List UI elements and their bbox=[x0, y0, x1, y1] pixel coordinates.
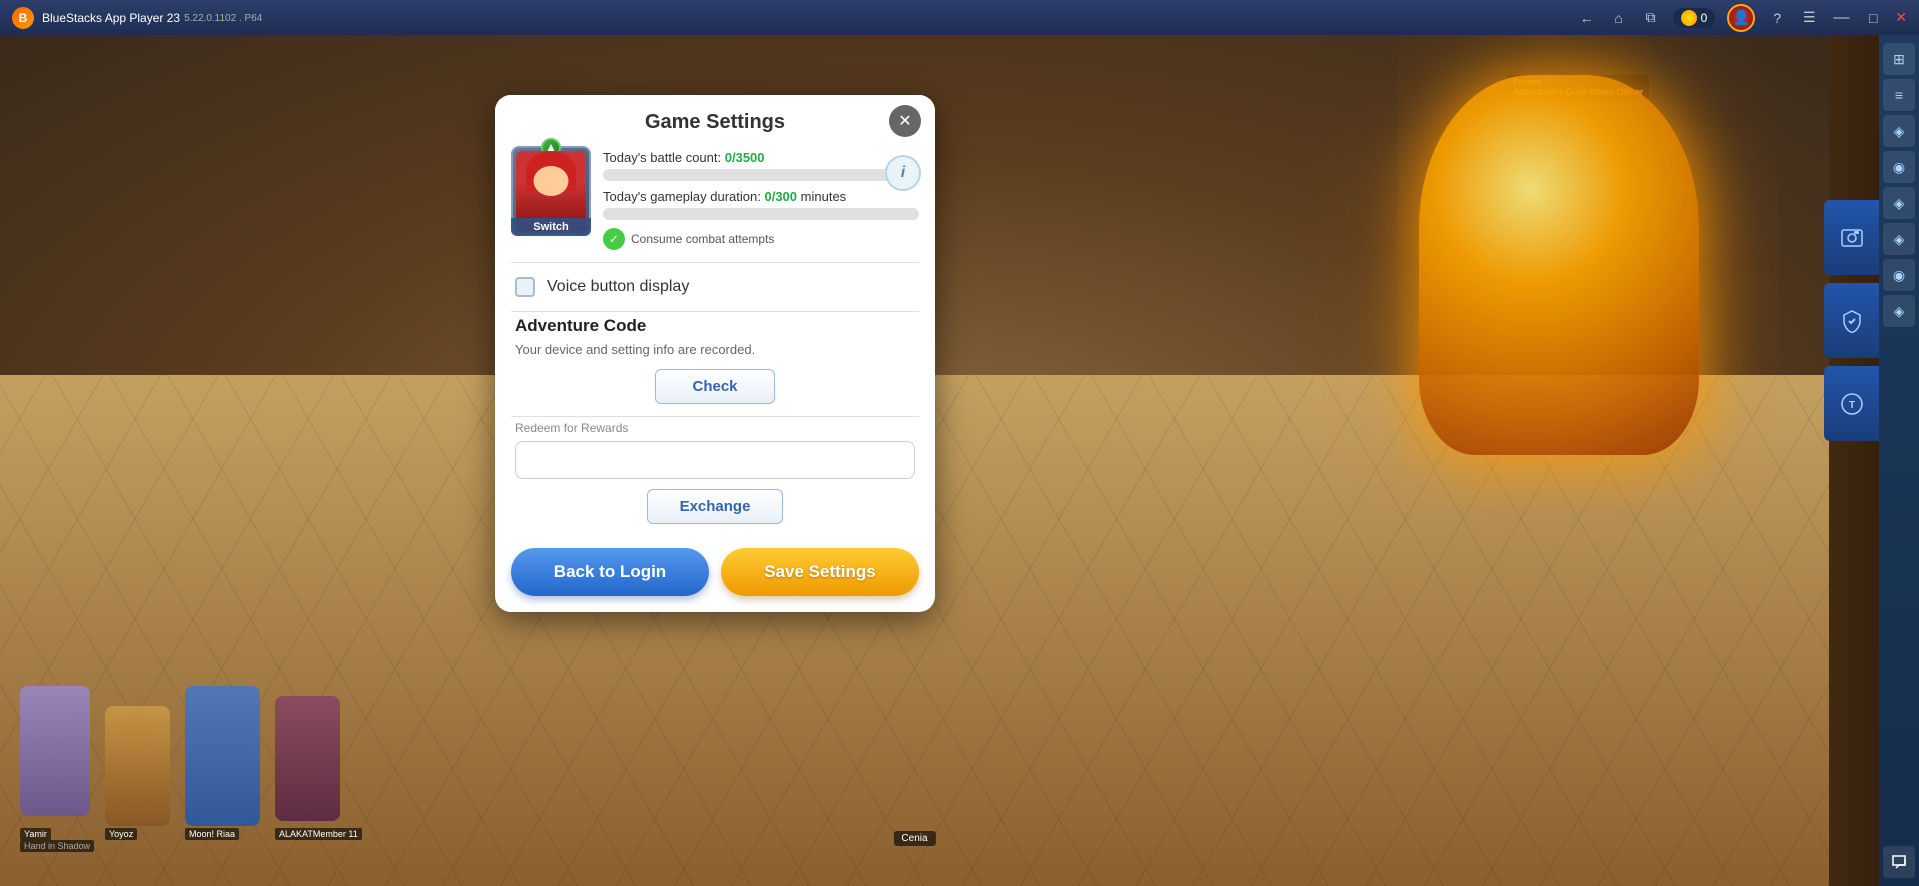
gameplay-value: 0/300 bbox=[764, 189, 797, 204]
redeem-label: Redeem for Rewards bbox=[515, 421, 915, 435]
gameplay-progress-bar bbox=[603, 208, 919, 220]
game-right-panels: T bbox=[1824, 200, 1879, 443]
sidebar-icon-menu[interactable]: ≡ bbox=[1883, 79, 1915, 111]
voice-toggle-checkbox[interactable] bbox=[515, 277, 535, 297]
back-to-login-button[interactable]: Back to Login bbox=[511, 548, 709, 596]
game-panel-shield[interactable] bbox=[1824, 283, 1879, 358]
player-title-yamir: Hand in Shadow bbox=[20, 840, 94, 852]
avatar-section: Switch Today's battle count: 0/3500 Toda… bbox=[495, 146, 935, 262]
battle-count-value: 0/3500 bbox=[725, 150, 765, 165]
sidebar-icon-5[interactable]: ◈ bbox=[1883, 187, 1915, 219]
help-button[interactable]: ? bbox=[1767, 8, 1787, 28]
info-icon: i bbox=[901, 164, 905, 182]
player-name-moon: Moon! Riaa bbox=[185, 828, 239, 840]
svg-text:T: T bbox=[1848, 400, 1854, 411]
dialog-footer: Back to Login Save Settings bbox=[495, 536, 935, 612]
dialog-title: Game Settings bbox=[515, 111, 915, 134]
coin-icon bbox=[1681, 10, 1697, 26]
sidebar-icon-grid[interactable]: ⊞ bbox=[1883, 43, 1915, 75]
sidebar-icon-4[interactable]: ◉ bbox=[1883, 151, 1915, 183]
app-logo: B bbox=[12, 7, 34, 29]
dialog-header: Game Settings ✕ bbox=[495, 95, 935, 134]
exchange-button[interactable]: Exchange bbox=[647, 489, 784, 524]
avatar-face bbox=[534, 166, 569, 196]
gameplay-text: Today's gameplay duration: bbox=[603, 189, 761, 204]
title-bar: B BlueStacks App Player 23 5.22.0.1102 .… bbox=[0, 0, 1919, 35]
boss-character bbox=[1419, 75, 1699, 455]
player-name-yamir: Yamir bbox=[20, 828, 51, 840]
voice-button-label: Voice button display bbox=[547, 278, 689, 296]
battle-info: Today's battle count: 0/3500 Today's gam… bbox=[603, 146, 919, 250]
game-settings-dialog: Game Settings ✕ Switch Today's battle co bbox=[495, 95, 935, 612]
close-icon: ✕ bbox=[898, 111, 911, 131]
home-button[interactable]: ⌂ bbox=[1609, 8, 1629, 28]
window-close-button[interactable]: ✕ bbox=[1895, 9, 1907, 26]
check-button[interactable]: Check bbox=[655, 369, 774, 404]
voice-button-section: Voice button display bbox=[495, 263, 935, 311]
avatar-container: Switch bbox=[511, 146, 591, 236]
sidebar-icon-3[interactable]: ◈ bbox=[1883, 115, 1915, 147]
gameplay-suffix: minutes bbox=[801, 189, 847, 204]
sidebar-icon-6[interactable]: ◈ bbox=[1883, 223, 1915, 255]
app-title: BlueStacks App Player 23 bbox=[42, 11, 180, 25]
battle-progress-bar bbox=[603, 169, 919, 181]
copy-button[interactable]: ⧉ bbox=[1641, 8, 1661, 28]
save-settings-button[interactable]: Save Settings bbox=[721, 548, 919, 596]
player-name-yoyoz: Yoyoz bbox=[105, 828, 137, 840]
consume-combat-row: ✓ Consume combat attempts bbox=[603, 228, 919, 250]
app-subtitle: 5.22.0.1102 . P64 bbox=[184, 13, 262, 24]
character-1 bbox=[20, 686, 90, 816]
minimize-button[interactable]: — bbox=[1831, 8, 1851, 28]
character-3 bbox=[185, 686, 260, 826]
character-4 bbox=[275, 696, 340, 821]
adventure-code-title: Adventure Code bbox=[515, 316, 915, 336]
character-2 bbox=[105, 706, 170, 826]
battle-count-text: Today's battle count: bbox=[603, 150, 721, 165]
sidebar-icon-8[interactable]: ◈ bbox=[1883, 295, 1915, 327]
sidebar-chat-button[interactable] bbox=[1883, 846, 1915, 878]
right-sidebar: ⊞ ≡ ◈ ◉ ◈ ◈ ◉ ◈ bbox=[1879, 35, 1919, 886]
maximize-button[interactable]: □ bbox=[1863, 8, 1883, 28]
title-bar-controls: ← ⌂ ⧉ 0 👤 ? ☰ — □ ✕ bbox=[1577, 4, 1907, 32]
game-panel-photo[interactable] bbox=[1824, 200, 1879, 275]
consume-combat-text: Consume combat attempts bbox=[631, 232, 774, 246]
player-name-alakat: ALAKATMember 11 bbox=[275, 828, 362, 840]
avatar-switch-label: Switch bbox=[511, 218, 591, 236]
consume-check-icon: ✓ bbox=[603, 228, 625, 250]
redeem-input[interactable] bbox=[515, 441, 915, 479]
coin-count: 0 bbox=[1701, 11, 1708, 25]
sidebar-icon-7[interactable]: ◉ bbox=[1883, 259, 1915, 291]
battle-count-label: Today's battle count: 0/3500 bbox=[603, 150, 919, 165]
adventure-code-section: Adventure Code Your device and setting i… bbox=[495, 312, 935, 416]
dialog-close-button[interactable]: ✕ bbox=[889, 105, 921, 137]
cenia-name-tag: Cenia bbox=[893, 831, 935, 846]
redeem-section: Redeem for Rewards Exchange bbox=[495, 417, 935, 536]
game-panel-chat-t[interactable]: T bbox=[1824, 366, 1879, 441]
user-avatar[interactable]: 👤 bbox=[1727, 4, 1755, 32]
info-button[interactable]: i bbox=[885, 155, 921, 191]
gameplay-duration-label: Today's gameplay duration: 0/300 minutes bbox=[603, 189, 919, 204]
coin-counter: 0 bbox=[1673, 8, 1716, 28]
menu-button[interactable]: ☰ bbox=[1799, 8, 1819, 28]
adventure-code-desc: Your device and setting info are recorde… bbox=[515, 342, 915, 357]
back-button[interactable]: ← bbox=[1577, 8, 1597, 28]
